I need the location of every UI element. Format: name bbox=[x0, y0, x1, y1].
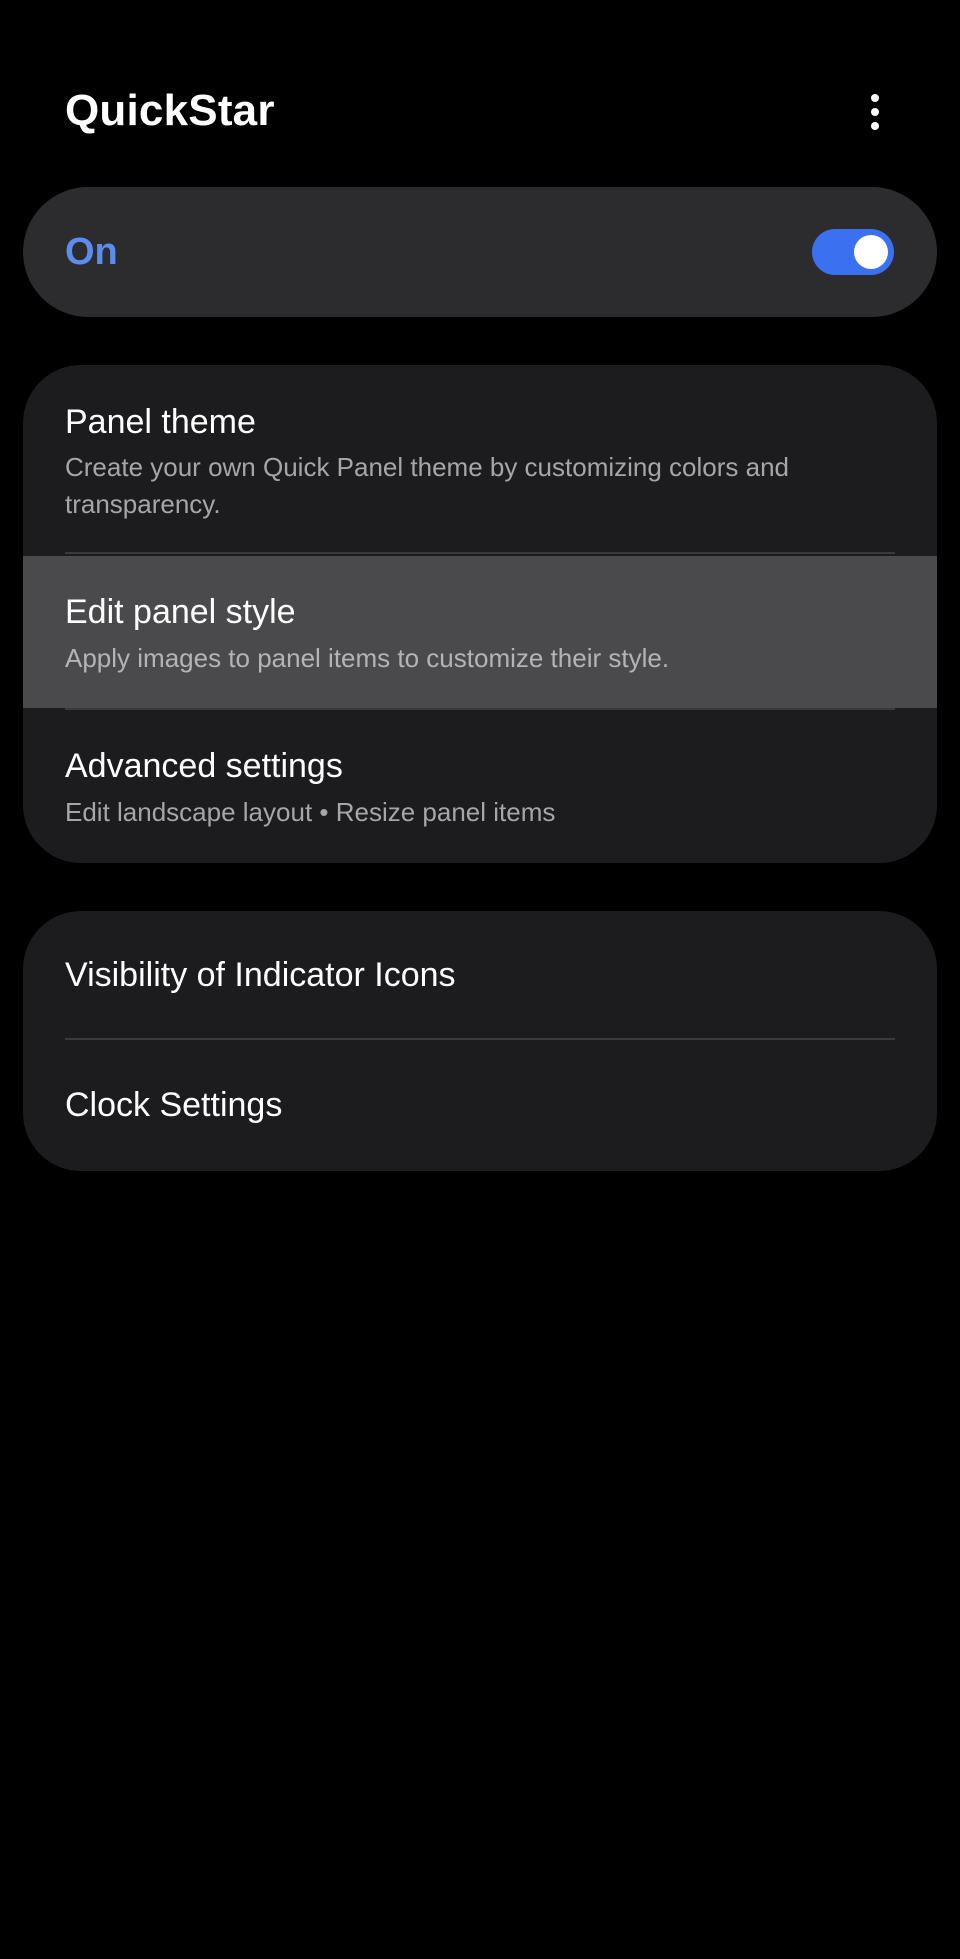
setting-edit-panel-style[interactable]: Edit panel style Apply images to panel i… bbox=[23, 556, 937, 708]
setting-advanced-settings[interactable]: Advanced settings Edit landscape layout … bbox=[23, 710, 937, 863]
master-toggle-switch[interactable] bbox=[812, 229, 894, 275]
divider bbox=[65, 552, 895, 554]
setting-title: Visibility of Indicator Icons bbox=[65, 956, 456, 994]
setting-clock-settings[interactable]: Clock Settings bbox=[23, 1040, 937, 1171]
setting-title: Panel theme bbox=[65, 403, 256, 441]
app-header: QuickStar bbox=[0, 0, 960, 186]
setting-title: Clock Settings bbox=[65, 1086, 283, 1124]
more-options-button[interactable] bbox=[850, 82, 900, 142]
master-switch-bar[interactable]: On bbox=[23, 187, 937, 317]
settings-card-panel: Panel theme Create your own Quick Panel … bbox=[23, 365, 937, 863]
setting-panel-theme[interactable]: Panel theme Create your own Quick Panel … bbox=[23, 365, 937, 554]
settings-card-indicators: Visibility of Indicator Icons Clock Sett… bbox=[23, 911, 937, 1171]
setting-title: Edit panel style bbox=[65, 593, 296, 631]
toggle-thumb bbox=[854, 235, 888, 269]
setting-subtitle: Apply images to panel items to customize… bbox=[65, 643, 670, 673]
master-switch-label: On bbox=[65, 231, 118, 273]
setting-visibility-indicator-icons[interactable]: Visibility of Indicator Icons bbox=[23, 911, 937, 1038]
setting-subtitle: Edit landscape layout • Resize panel ite… bbox=[65, 797, 556, 827]
setting-subtitle: Create your own Quick Panel theme by cus… bbox=[65, 452, 790, 519]
page-title: QuickStar bbox=[65, 86, 275, 135]
setting-title: Advanced settings bbox=[65, 747, 343, 785]
